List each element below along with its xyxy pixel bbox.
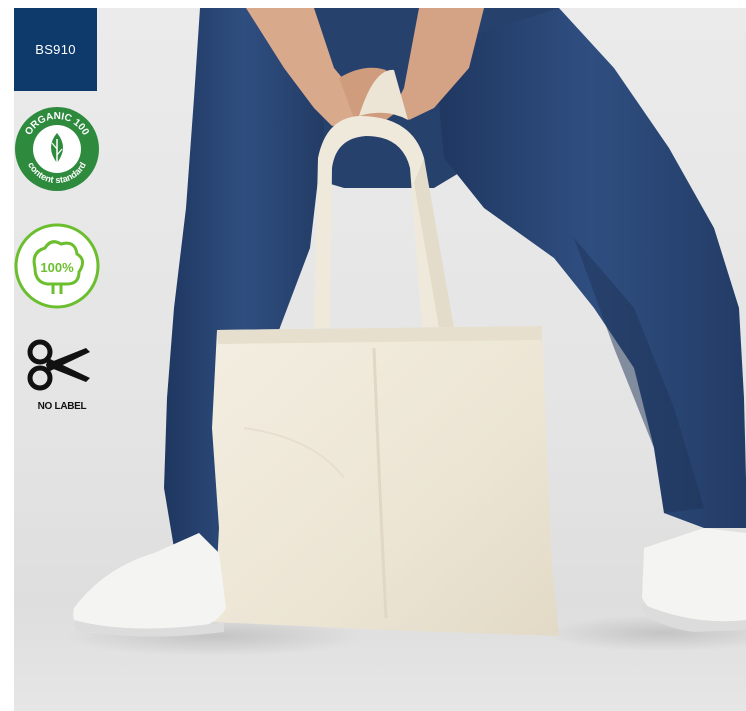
organic-100-content-standard-logo: ORGANIC 100 content standard (15, 107, 99, 191)
product-code-badge: BS910 (14, 8, 97, 91)
svg-text:100%: 100% (40, 260, 74, 275)
product-code: BS910 (35, 42, 76, 57)
no-label-badge: NO LABEL (24, 338, 100, 418)
cotton-100-logo: 100% (14, 223, 100, 309)
no-label-text: NO LABEL (37, 401, 87, 412)
product-photo (14, 8, 746, 711)
model-with-tote-bag-image (64, 8, 746, 656)
scissors-icon (27, 339, 90, 391)
